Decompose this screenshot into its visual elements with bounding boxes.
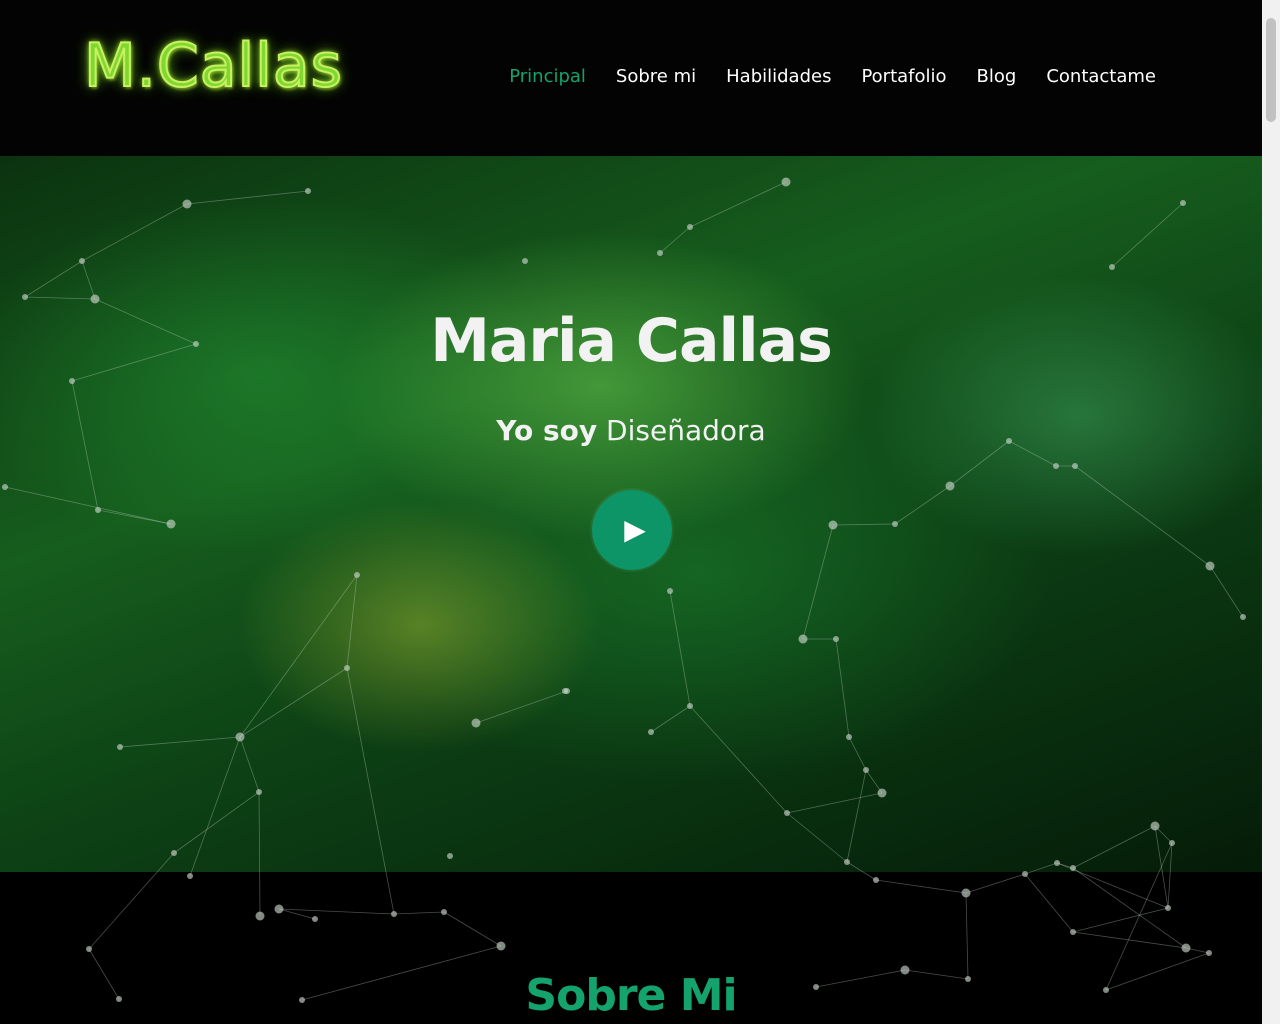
network-link: [1072, 867, 1187, 949]
network-link: [965, 873, 1026, 894]
network-node: [187, 873, 193, 879]
hero-subtitle: Yo soy Diseñadora: [0, 414, 1262, 447]
network-link: [1072, 931, 1187, 949]
nav-habilidades[interactable]: Habilidades: [726, 66, 831, 87]
network-node: [441, 909, 447, 915]
network-node: [961, 888, 971, 898]
nav-sobre-mi[interactable]: Sobre mi: [616, 66, 696, 87]
nav-portafolio[interactable]: Portafolio: [861, 66, 946, 87]
network-node: [1181, 943, 1191, 953]
network-node: [1206, 950, 1212, 956]
site-header: M.Callas Principal Sobre mi Habilidades …: [0, 0, 1262, 156]
sobre-mi-title: Sobre Mi: [525, 970, 737, 1021]
nav-blog[interactable]: Blog: [977, 66, 1017, 87]
network-node: [496, 941, 506, 951]
network-link: [875, 879, 967, 894]
hero-section: Maria Callas Yo soy Diseñadora ▶: [0, 156, 1262, 872]
network-link: [443, 911, 502, 947]
network-link: [965, 892, 969, 980]
network-node: [1070, 929, 1076, 935]
network-link: [1185, 947, 1210, 954]
hero-subtitle-role: Diseñadora: [606, 414, 766, 447]
hero-title: Maria Callas: [430, 306, 833, 376]
scrollbar-thumb[interactable]: [1266, 18, 1276, 122]
main-nav: Principal Sobre mi Habilidades Portafoli…: [509, 66, 1156, 87]
network-node: [391, 911, 397, 917]
network-link: [278, 908, 395, 915]
network-link: [278, 908, 316, 920]
network-link: [1072, 907, 1169, 933]
nav-principal[interactable]: Principal: [509, 66, 586, 87]
page-scrollbar[interactable]: [1262, 0, 1280, 1024]
network-node: [255, 911, 265, 921]
network-node: [873, 877, 879, 883]
network-node: [1165, 905, 1171, 911]
network-link: [1024, 873, 1074, 933]
network-node: [274, 904, 284, 914]
network-node: [86, 946, 92, 952]
network-node: [312, 916, 318, 922]
play-icon: ▶: [624, 513, 646, 546]
site-logo[interactable]: M.Callas: [83, 35, 343, 97]
play-button[interactable]: ▶: [592, 490, 672, 570]
hero-subtitle-prefix: Yo soy: [496, 414, 598, 447]
network-link: [393, 911, 445, 915]
nav-contactame[interactable]: Contactame: [1046, 66, 1156, 87]
